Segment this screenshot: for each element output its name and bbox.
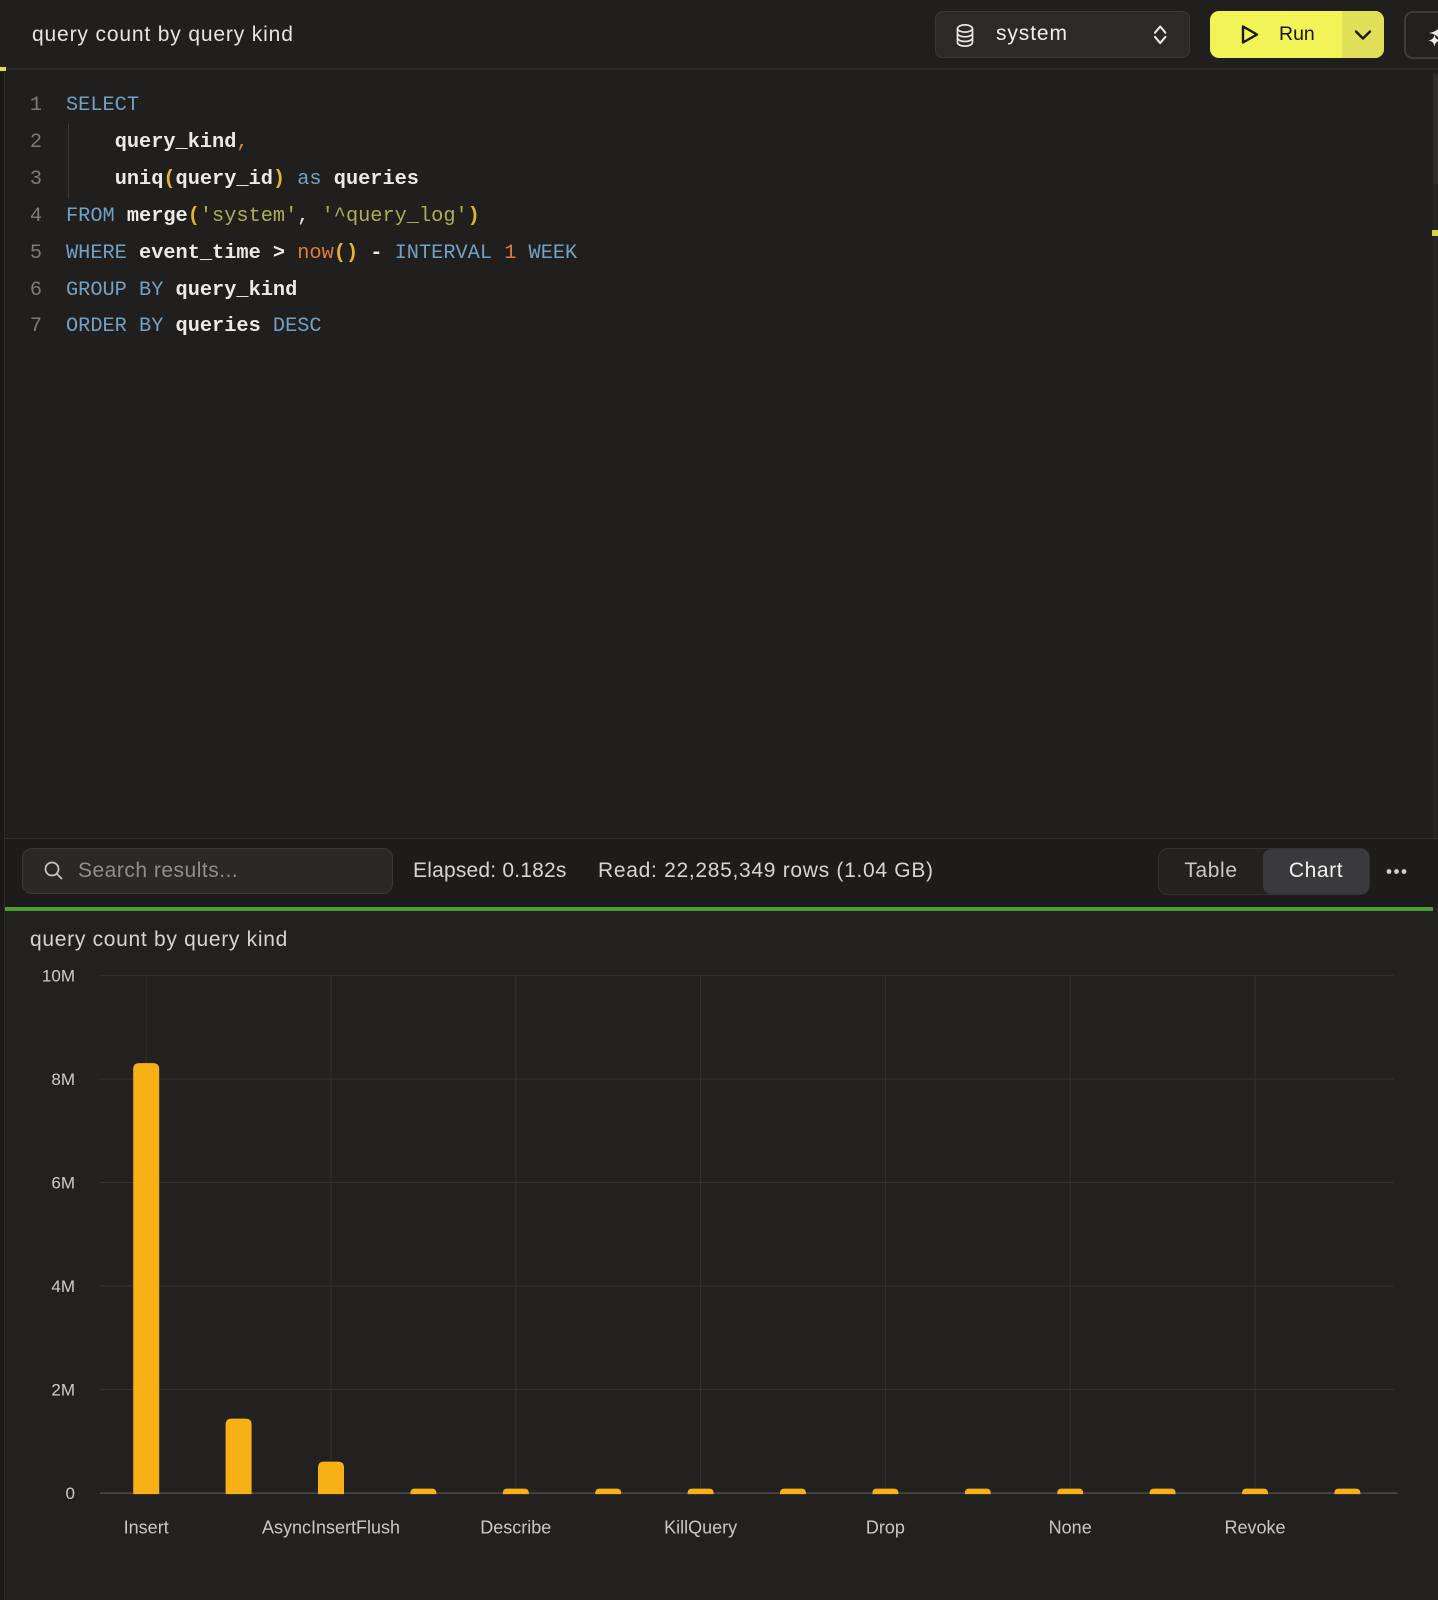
svg-text:2M: 2M xyxy=(51,1381,75,1400)
svg-text:Describe: Describe xyxy=(480,1518,551,1538)
svg-text:Drop: Drop xyxy=(866,1518,905,1538)
svg-text:AsyncInsertFlush: AsyncInsertFlush xyxy=(262,1518,400,1538)
svg-text:None: None xyxy=(1049,1518,1092,1538)
svg-text:Revoke: Revoke xyxy=(1224,1518,1285,1538)
svg-text:0: 0 xyxy=(66,1484,75,1503)
svg-text:6M: 6M xyxy=(51,1173,75,1192)
svg-text:4M: 4M xyxy=(51,1277,75,1296)
svg-text:Insert: Insert xyxy=(124,1518,169,1538)
svg-text:8M: 8M xyxy=(51,1070,75,1089)
svg-text:10M: 10M xyxy=(42,966,75,985)
svg-text:KillQuery: KillQuery xyxy=(664,1518,737,1538)
